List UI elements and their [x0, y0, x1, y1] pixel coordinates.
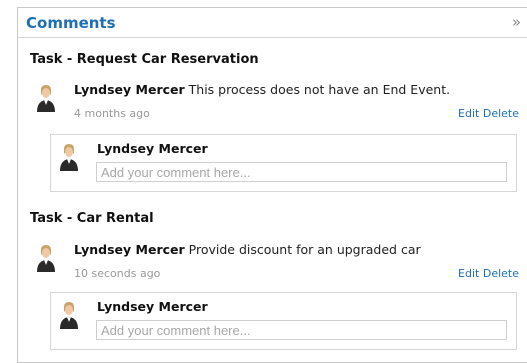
panel-header: Comments »: [18, 8, 527, 38]
comment-timestamp: 10 seconds ago: [74, 267, 161, 280]
comment-item: Lyndsey Mercer Provide discount for an u…: [36, 240, 519, 284]
delete-link[interactable]: Delete: [483, 267, 519, 280]
user-avatar-icon: [36, 244, 56, 272]
reply-box: Lyndsey Mercer: [50, 134, 517, 192]
comment-input[interactable]: [96, 320, 507, 340]
task-title: Task - Request Car Reservation: [30, 52, 259, 67]
comment-actions: Edit Delete: [458, 267, 519, 280]
user-avatar-icon: [59, 301, 79, 329]
comment-body: This process does not have an End Event.: [184, 82, 451, 97]
comment-actions: Edit Delete: [458, 107, 519, 120]
panel-title: Comments: [26, 14, 116, 32]
reply-author: Lyndsey Mercer: [97, 299, 208, 314]
task-title: Task - Car Rental: [30, 211, 154, 226]
double-chevron-right-icon[interactable]: »: [512, 13, 521, 31]
comment-text: Lyndsey Mercer This process does not hav…: [74, 82, 450, 97]
user-avatar-icon: [36, 84, 56, 112]
comment-body: Provide discount for an upgraded car: [184, 242, 421, 257]
comment-timestamp: 4 months ago: [74, 107, 150, 120]
edit-link[interactable]: Edit: [458, 267, 479, 280]
comment-item: Lyndsey Mercer This process does not hav…: [36, 80, 519, 124]
reply-author: Lyndsey Mercer: [97, 141, 208, 156]
comment-author: Lyndsey Mercer: [74, 242, 185, 257]
comments-panel: Comments » Task - Request Car Reservatio…: [17, 7, 527, 363]
comment-text: Lyndsey Mercer Provide discount for an u…: [74, 242, 421, 257]
comment-author: Lyndsey Mercer: [74, 82, 185, 97]
edit-link[interactable]: Edit: [458, 107, 479, 120]
reply-box: Lyndsey Mercer: [50, 292, 517, 350]
comment-input[interactable]: [96, 162, 507, 182]
user-avatar-icon: [59, 143, 79, 171]
delete-link[interactable]: Delete: [483, 107, 519, 120]
